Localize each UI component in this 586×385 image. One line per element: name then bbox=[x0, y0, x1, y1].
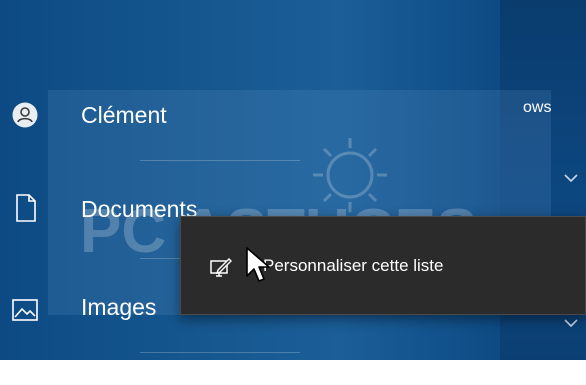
separator bbox=[140, 258, 180, 259]
chevron-down-icon[interactable] bbox=[562, 317, 580, 329]
user-icon bbox=[12, 102, 38, 128]
nav-item-user[interactable]: Clément bbox=[0, 92, 480, 142]
context-menu: Personnaliser cette liste bbox=[180, 216, 586, 315]
mouse-cursor-icon bbox=[246, 247, 270, 282]
nav-item-label: Images bbox=[81, 294, 157, 320]
chevron-down-icon[interactable] bbox=[562, 172, 580, 184]
document-icon bbox=[15, 194, 41, 222]
separator bbox=[140, 352, 300, 353]
menu-item-personnaliser[interactable]: Personnaliser cette liste bbox=[181, 247, 551, 289]
start-menu-screenshot: ows PC ASTUCES bbox=[0, 0, 586, 385]
bottom-edge bbox=[0, 360, 586, 385]
customize-icon bbox=[209, 255, 233, 279]
nav-item-label: Clément bbox=[81, 102, 167, 128]
menu-item-label: Personnaliser cette liste bbox=[263, 256, 444, 275]
separator bbox=[140, 160, 300, 161]
partial-title-text: ows bbox=[523, 99, 552, 116]
image-icon bbox=[12, 299, 38, 325]
